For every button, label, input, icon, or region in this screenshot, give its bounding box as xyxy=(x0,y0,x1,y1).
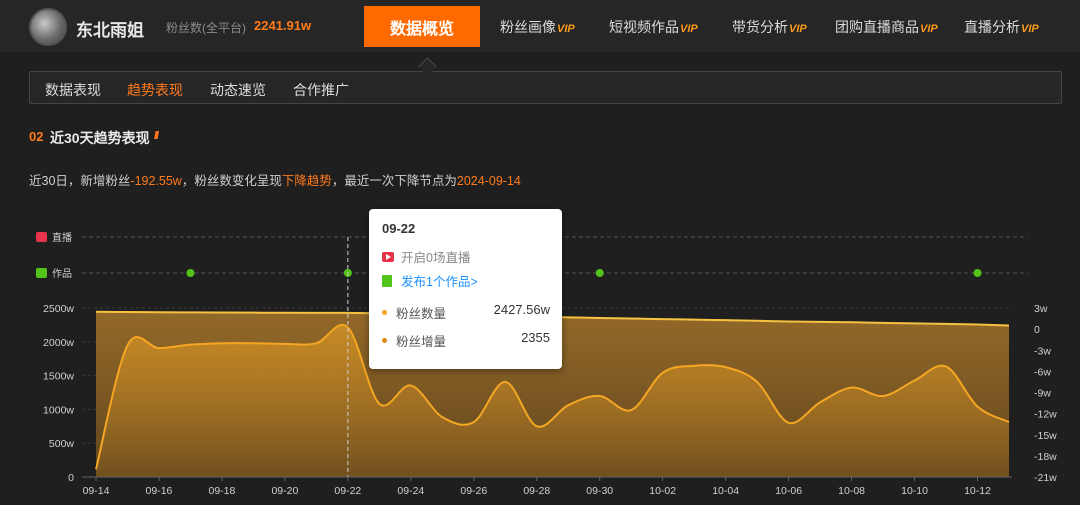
vip-badge: VIP xyxy=(789,23,807,35)
subtab-bar: 数据表现 趋势表现 动态速览 合作推广 xyxy=(29,71,1062,104)
y-right-tick-label: -21w xyxy=(1034,472,1057,484)
y-right-tick-label: -18w xyxy=(1034,451,1057,463)
nav-tab-label: 粉丝画像 xyxy=(500,19,556,35)
nav-tab-label: 带货分析 xyxy=(732,19,788,35)
x-tick-label: 09-24 xyxy=(397,485,424,497)
chart-tooltip: 09-22 开启0场直播 发布1个作品> 粉丝数量 2427.56w 粉丝增量 … xyxy=(369,209,562,369)
y-left-tick-label: 0 xyxy=(68,472,74,484)
x-tick-label: 09-20 xyxy=(271,485,298,497)
x-tick-label: 10-12 xyxy=(964,485,991,497)
work-post-marker xyxy=(595,269,604,277)
subtab-dynamic-overview[interactable]: 动态速览 xyxy=(210,80,266,100)
y-right-tick-label: -6w xyxy=(1034,366,1051,378)
nav-tab-group-buy-live[interactable]: 团购直播商品VIP xyxy=(835,17,938,37)
summary-prefix: 近30日，新增粉丝 xyxy=(29,174,131,188)
x-tick-label: 09-30 xyxy=(586,485,613,497)
x-tick-label: 10-10 xyxy=(901,485,928,497)
y-left-tick-label: 500w xyxy=(49,438,75,450)
nav-tab-label: 团购直播商品 xyxy=(835,19,919,35)
section-title-decoration: /// xyxy=(154,130,159,142)
x-tick-label: 09-16 xyxy=(146,485,173,497)
tooltip-fans-gain-row: 粉丝增量 xyxy=(382,331,446,350)
nav-tab-short-video[interactable]: 短视频作品VIP xyxy=(609,17,698,37)
tooltip-fans-total-value: 2427.56w xyxy=(493,302,550,317)
y-right-tick-label: 0 xyxy=(1034,324,1040,336)
event-row-label: 直播 xyxy=(52,231,72,244)
nav-tab-sales-analysis[interactable]: 带货分析VIP xyxy=(732,17,807,37)
x-tick-label: 10-02 xyxy=(649,485,676,497)
x-tick-label: 09-26 xyxy=(460,485,487,497)
section-number: 02 xyxy=(29,129,44,144)
document-icon xyxy=(382,274,392,287)
tooltip-fans-total-label: 粉丝数量 xyxy=(396,307,447,321)
fans-count-label: 粉丝数(全平台) xyxy=(166,21,246,35)
nav-tab-live-analysis[interactable]: 直播分析VIP xyxy=(964,17,1039,37)
vip-badge: VIP xyxy=(557,23,575,35)
event-row-label: 作品 xyxy=(52,268,72,280)
subtab-trend-performance[interactable]: 趋势表现 xyxy=(127,80,183,100)
subtab-cooperation[interactable]: 合作推广 xyxy=(293,80,349,100)
work-post-marker xyxy=(973,269,982,277)
avatar[interactable] xyxy=(29,8,67,46)
y-left-tick-label: 1500w xyxy=(43,371,74,383)
tooltip-live-row: 开启0场直播 xyxy=(382,247,470,266)
tooltip-fans-gain-value: 2355 xyxy=(521,330,550,345)
tooltip-live-text: 开启0场直播 xyxy=(401,251,471,265)
summary-mid2: ，最近一次下降节点为 xyxy=(331,174,457,188)
series-dot-icon xyxy=(382,338,387,343)
series-dot-icon xyxy=(382,310,387,315)
x-tick-label: 09-14 xyxy=(83,485,110,497)
live-icon xyxy=(382,251,394,262)
top-header-bar: 东北雨姐 粉丝数(全平台) 2241.91w 数据概览 粉丝画像VIP 短视频作… xyxy=(0,0,1080,52)
summary-new-fans: -192.55w xyxy=(130,174,182,188)
section-title: 近30天趋势表现 xyxy=(50,130,150,146)
x-tick-label: 10-04 xyxy=(712,485,739,497)
summary-last-drop-date: 2024-09-14 xyxy=(456,174,521,188)
tooltip-fans-total-row: 粉丝数量 xyxy=(382,303,446,322)
tooltip-date: 09-22 xyxy=(382,221,416,236)
vip-badge: VIP xyxy=(680,23,698,35)
nav-tab-fan-portrait[interactable]: 粉丝画像VIP xyxy=(500,17,575,37)
trend-summary: 近30日，新增粉丝-192.55w，粉丝数变化呈现下降趋势，最近一次下降节点为2… xyxy=(29,170,521,189)
fans-count-value: 2241.91w xyxy=(254,18,312,33)
work-post-marker xyxy=(186,269,195,277)
live-icon xyxy=(36,232,47,242)
y-right-tick-label: -12w xyxy=(1034,409,1057,421)
x-tick-label: 10-06 xyxy=(775,485,802,497)
x-tick-label: 09-18 xyxy=(209,485,236,497)
y-right-tick-label: -3w xyxy=(1034,345,1051,357)
y-right-tick-label: -9w xyxy=(1034,388,1051,400)
y-left-tick-label: 2000w xyxy=(43,337,74,349)
y-left-tick-label: 1000w xyxy=(43,404,74,416)
vip-badge: VIP xyxy=(1021,23,1039,35)
x-tick-label: 09-28 xyxy=(523,485,550,497)
y-right-tick-label: 3w xyxy=(1034,303,1048,315)
x-tick-label: 10-08 xyxy=(838,485,865,497)
x-tick-label: 09-22 xyxy=(334,485,361,497)
summary-trend: 下降趋势 xyxy=(281,174,332,188)
subtab-data-performance[interactable]: 数据表现 xyxy=(45,80,101,100)
nav-tab-data-overview[interactable]: 数据概览 xyxy=(364,6,480,47)
tooltip-fans-gain-label: 粉丝增量 xyxy=(396,335,447,349)
nav-tab-label: 短视频作品 xyxy=(609,19,679,35)
y-right-tick-label: -15w xyxy=(1034,430,1057,442)
document-icon xyxy=(36,268,47,278)
username: 东北雨姐 xyxy=(76,21,144,40)
nav-tab-label: 直播分析 xyxy=(964,19,1020,35)
summary-mid: ，粉丝数变化呈现 xyxy=(181,174,282,188)
vip-badge: VIP xyxy=(920,23,938,35)
tooltip-works-row[interactable]: 发布1个作品> xyxy=(382,271,478,290)
tooltip-works-link[interactable]: 发布1个作品> xyxy=(401,271,478,290)
y-left-tick-label: 2500w xyxy=(43,303,74,315)
